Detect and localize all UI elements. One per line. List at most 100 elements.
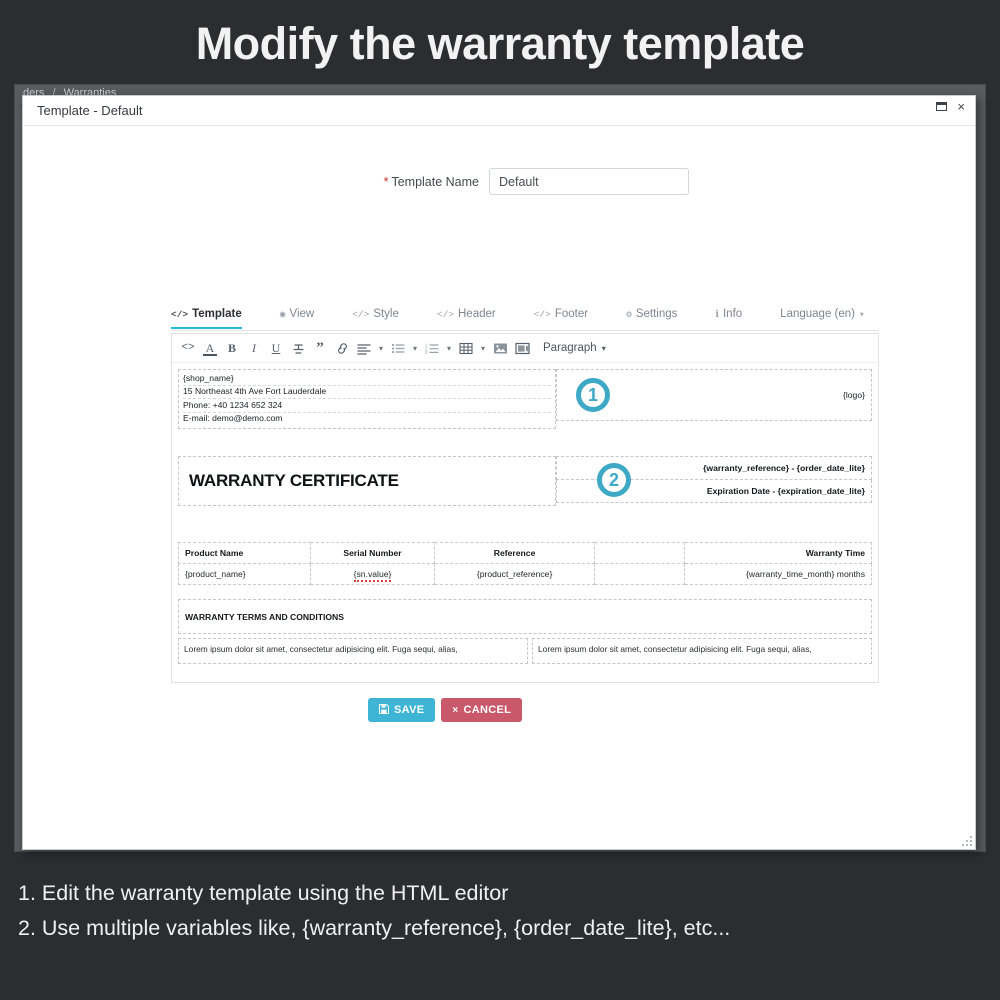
tab-template[interactable]: </> Template bbox=[171, 308, 242, 329]
template-modal: Template - Default × *Template Name </> … bbox=[22, 95, 976, 850]
tab-header[interactable]: </> Header bbox=[437, 308, 496, 327]
source-code-icon[interactable]: <> bbox=[177, 337, 199, 359]
terms-heading-block: WARRANTY TERMS AND CONDITIONS bbox=[178, 599, 872, 635]
close-icon[interactable]: × bbox=[957, 100, 965, 113]
info-icon: ℹ bbox=[715, 308, 719, 320]
cell-serial-number-value: {sn.value} bbox=[353, 569, 392, 583]
shop-phone: Phone: +40 1234 652 324 bbox=[183, 399, 551, 413]
cell-serial-number: {sn.value} bbox=[309, 563, 436, 586]
page-title: Modify the warranty template bbox=[195, 18, 805, 69]
callout-badge-1: 1 bbox=[576, 378, 610, 412]
tab-info-label: Info bbox=[722, 308, 743, 320]
image-icon[interactable] bbox=[489, 337, 511, 359]
paragraph-format-label: Paragraph bbox=[543, 342, 597, 354]
bold-icon[interactable]: B bbox=[221, 337, 243, 359]
template-name-row: * Template Name bbox=[23, 168, 975, 195]
close-icon: × bbox=[452, 704, 459, 716]
form-actions: SAVE × CANCEL bbox=[368, 698, 523, 722]
chevron-down-icon: ▾ bbox=[858, 308, 865, 320]
resize-grip[interactable] bbox=[961, 835, 972, 846]
table-icon[interactable] bbox=[455, 337, 477, 359]
tab-header-label: Header bbox=[458, 308, 496, 320]
callout-badge-1-number: 1 bbox=[587, 384, 598, 405]
terms-right-column: Lorem ipsum dolor sit amet, consectetur … bbox=[532, 638, 872, 665]
chevron-down-icon[interactable]: ▾ bbox=[375, 337, 387, 359]
caption-line-2: 2. Use multiple variables like, {warrant… bbox=[18, 916, 731, 940]
terms-left-column: Lorem ipsum dolor sit amet, consectetur … bbox=[178, 638, 528, 665]
tab-info[interactable]: ℹ Info bbox=[715, 308, 742, 327]
tab-style[interactable]: </> Style bbox=[352, 308, 399, 327]
chevron-down-icon[interactable]: ▾ bbox=[477, 337, 489, 359]
chevron-down-icon[interactable]: ▾ bbox=[443, 337, 455, 359]
gear-icon: ⚙ bbox=[626, 308, 632, 320]
shop-email: E-mail: demo@demo.com bbox=[183, 413, 283, 424]
required-marker: * bbox=[383, 174, 389, 189]
cancel-button-label: CANCEL bbox=[463, 704, 512, 716]
cell-product-name: {product_name} bbox=[178, 563, 311, 586]
svg-text:3: 3 bbox=[425, 350, 428, 355]
certificate-title-block: WARRANTY CERTIFICATE bbox=[178, 456, 556, 507]
floppy-disk-icon bbox=[379, 703, 389, 717]
template-name-input[interactable] bbox=[489, 168, 689, 195]
logo-placeholder: {logo} bbox=[843, 390, 865, 400]
maximize-icon[interactable] bbox=[936, 102, 948, 111]
font-color-icon[interactable]: A bbox=[199, 337, 221, 359]
align-icon[interactable] bbox=[353, 337, 375, 359]
blockquote-icon[interactable]: ” bbox=[309, 337, 331, 359]
tab-footer-label: Footer bbox=[554, 308, 589, 320]
cell-warranty-time: {warranty_time_month} months bbox=[683, 563, 873, 586]
chevron-down-icon: ▾ bbox=[601, 343, 606, 353]
callout-badge-2: 2 bbox=[597, 463, 631, 497]
col-blank bbox=[593, 542, 685, 565]
code-icon: </> bbox=[171, 308, 189, 320]
cancel-button[interactable]: × CANCEL bbox=[441, 698, 523, 722]
certificate-document[interactable]: 1 2 {shop_name} 15 Northeast 4th Ave For… bbox=[172, 363, 878, 682]
tab-template-label: Template bbox=[192, 308, 242, 320]
cell-blank bbox=[593, 563, 685, 586]
tab-language[interactable]: Language (en) ▾ bbox=[780, 308, 865, 327]
certificate-title-row: WARRANTY CERTIFICATE {warranty_reference… bbox=[178, 456, 872, 507]
editor-toolbar: <> A B I U ” ▾ ▾ 1 2 3 ▾ ▾ Paragraph ▾ bbox=[172, 334, 878, 363]
code-icon: </> bbox=[533, 308, 551, 320]
table-header-row: Product Name Serial Number Reference War… bbox=[178, 542, 873, 565]
col-warranty-time: Warranty Time bbox=[683, 542, 873, 565]
tab-settings[interactable]: ⚙ Settings bbox=[626, 308, 677, 327]
code-icon: </> bbox=[436, 308, 454, 320]
product-table: Product Name Serial Number Reference War… bbox=[178, 542, 873, 586]
terms-body-row: Lorem ipsum dolor sit amet, consectetur … bbox=[178, 638, 872, 665]
link-icon[interactable] bbox=[331, 337, 353, 359]
ordered-list-icon[interactable]: 123 bbox=[421, 337, 443, 359]
chevron-down-icon[interactable]: ▾ bbox=[409, 337, 421, 359]
tab-settings-label: Settings bbox=[635, 308, 678, 320]
modal-title: Template - Default bbox=[37, 103, 143, 118]
cell-reference: {product_reference} bbox=[434, 563, 595, 586]
table-row: {product_name} {sn.value} {product_refer… bbox=[178, 563, 873, 586]
save-button[interactable]: SAVE bbox=[368, 698, 436, 722]
shop-street: 15 Northeast 4th Ave Fort Lauderdale bbox=[183, 386, 551, 400]
tab-style-label: Style bbox=[373, 308, 399, 320]
modal-header: Template - Default × bbox=[23, 96, 975, 126]
certificate-title: WARRANTY CERTIFICATE bbox=[189, 471, 399, 491]
italic-icon[interactable]: I bbox=[243, 337, 265, 359]
caption-line-1: 1. Edit the warranty template using the … bbox=[18, 881, 509, 905]
tab-footer[interactable]: </> Footer bbox=[534, 308, 588, 327]
template-name-label-text: Template Name bbox=[391, 174, 479, 189]
tab-view-label: View bbox=[289, 308, 315, 320]
video-icon[interactable] bbox=[511, 337, 533, 359]
tab-bar: </> Template ◉ View </> Style </> Header… bbox=[171, 308, 879, 331]
underline-icon[interactable]: U bbox=[265, 337, 287, 359]
modal-body: *Template Name </> Template ◉ View </> S… bbox=[23, 126, 975, 849]
shop-address-lines: {shop_name} 15 Northeast 4th Ave Fort La… bbox=[179, 370, 555, 428]
col-reference: Reference bbox=[434, 542, 595, 565]
unordered-list-icon[interactable] bbox=[387, 337, 409, 359]
shop-name: {shop_name} bbox=[183, 372, 551, 386]
paragraph-format-dropdown[interactable]: Paragraph ▾ bbox=[539, 342, 610, 354]
strikethrough-icon[interactable] bbox=[287, 337, 309, 359]
instruction-captions: 1. Edit the warranty template using the … bbox=[18, 876, 978, 946]
save-button-label: SAVE bbox=[394, 704, 425, 716]
tab-view[interactable]: ◉ View bbox=[280, 308, 314, 327]
eye-icon: ◉ bbox=[279, 308, 286, 320]
tab-language-label: Language (en) bbox=[780, 308, 855, 320]
